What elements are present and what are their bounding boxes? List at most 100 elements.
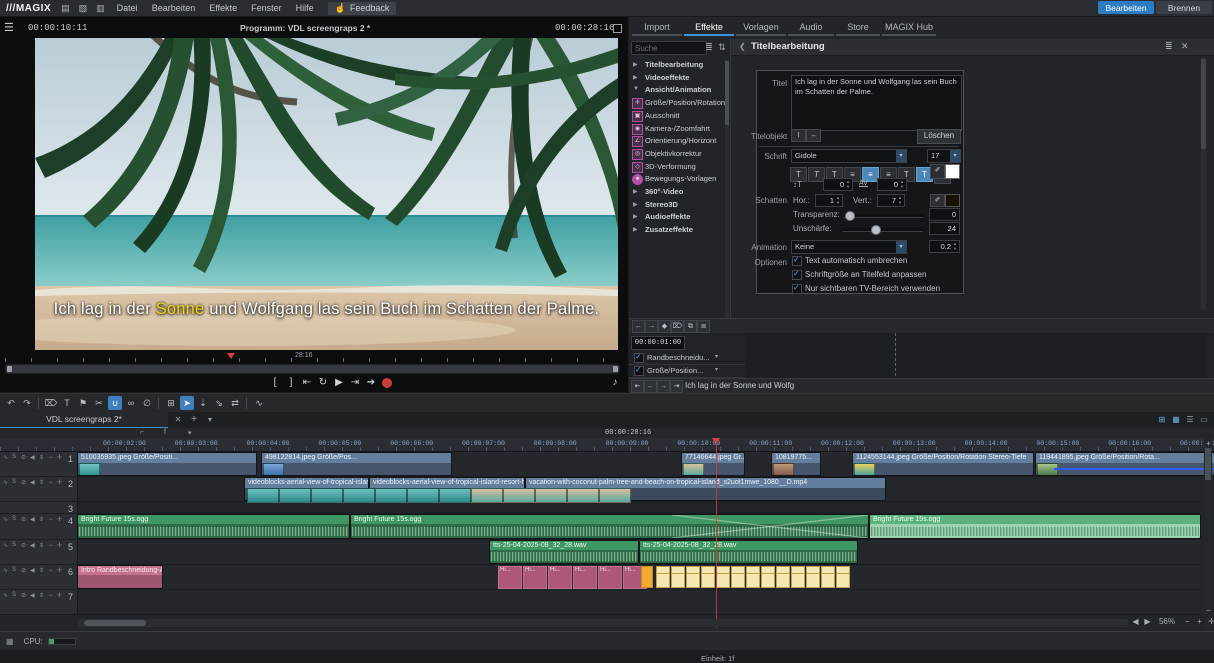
add-icon[interactable]: ✛	[57, 567, 62, 574]
effects-item-360-video[interactable]: ▶360°-Video	[629, 186, 723, 198]
spin-down-icon[interactable]: ▼	[835, 201, 841, 205]
object-width-icon[interactable]: ↔	[806, 129, 821, 142]
solo-icon[interactable]: S	[12, 516, 16, 522]
spin-down-icon[interactable]: ▼	[897, 201, 903, 205]
timeline-view-icon[interactable]: ⊞	[1156, 414, 1168, 426]
timeline-clip[interactable]: 119441895.jpeg Größe/Position/Rota...	[1036, 453, 1214, 475]
selected-title-object[interactable]	[686, 566, 700, 588]
line-spacing-stepper[interactable]: 0 ▲ ▼	[823, 178, 853, 191]
menu-datei[interactable]: Datei	[117, 3, 138, 13]
width-icon[interactable]: ↔	[48, 542, 54, 548]
font-size-select[interactable]: 17▾	[927, 149, 961, 163]
open-project-icon[interactable]: ▧	[79, 3, 88, 14]
shadow-color-swatch[interactable]	[945, 194, 960, 207]
height-icon[interactable]: ⇕	[39, 516, 44, 523]
video-frame[interactable]: Ich lag in der Sonne und Wolfgang las se…	[35, 38, 618, 350]
vertical-scrollbar-thumb[interactable]	[1205, 448, 1211, 480]
effects-item-audioeffekte[interactable]: ▶Audioeffekte	[629, 211, 723, 223]
mute-icon[interactable]: ⊘	[21, 516, 26, 523]
add-icon[interactable]: ✛	[57, 454, 62, 461]
height-icon[interactable]: ⇕	[39, 542, 44, 549]
spin-down-icon[interactable]: ▼	[845, 185, 851, 189]
close-icon[interactable]: ✕	[1181, 41, 1189, 52]
add-icon[interactable]: ✛	[57, 592, 62, 599]
track-lane-5[interactable]	[77, 540, 1200, 565]
monitor-icon[interactable]: ◀	[30, 516, 35, 523]
chevron-down-icon[interactable]: ▾	[715, 366, 718, 373]
title-object[interactable]: Hi...	[498, 566, 522, 589]
timeline-clip[interactable]: 498122814.jpeg Größe/Pos...	[262, 453, 451, 475]
font-color-swatch[interactable]	[945, 164, 960, 179]
selected-title-object[interactable]	[701, 566, 715, 588]
tab-store[interactable]: Store	[836, 21, 880, 35]
effects-item-3d-verformung[interactable]: ◇3D-Verformung	[629, 161, 723, 173]
curve-icon[interactable]: ∿	[3, 516, 8, 523]
scrollbar-thumb[interactable]	[84, 620, 146, 626]
kerning-stepper[interactable]: 0 ▲ ▼	[877, 178, 907, 191]
add-icon[interactable]: ✛	[57, 516, 62, 523]
effects-item-titelbearbeitung[interactable]: ▶Titelbearbeitung	[629, 59, 723, 71]
shadow-hor-stepper[interactable]: 1 ▲ ▼	[815, 194, 843, 207]
delete-keyframe-icon[interactable]: ⌦	[671, 320, 684, 333]
effects-item-objektivkorrektur[interactable]: ◎Objektivkorrektur	[629, 148, 723, 160]
menu-icon[interactable]: ≣	[697, 320, 710, 333]
horizontal-scrollbar[interactable]	[78, 619, 1128, 627]
selected-title-object[interactable]	[821, 566, 835, 588]
loop-button[interactable]: ↻	[316, 376, 330, 390]
effects-item-ausschnitt[interactable]: ▣Ausschnitt	[629, 110, 723, 122]
preview-render-icon[interactable]: ∿	[252, 396, 266, 410]
width-icon[interactable]: ↔	[48, 479, 54, 485]
solo-icon[interactable]: S	[12, 454, 16, 460]
width-icon[interactable]: ↔	[48, 592, 54, 598]
selected-title-object[interactable]	[791, 566, 805, 588]
solo-icon[interactable]: S	[12, 592, 16, 598]
timeline-clip[interactable]: Bright Future 15s.ogg	[351, 515, 868, 538]
track-zoom-out-icon[interactable]: −	[1204, 606, 1213, 615]
scroll-left-icon[interactable]: ◀	[1130, 617, 1141, 626]
filter-icon[interactable]: ⇅	[716, 41, 728, 54]
track-header-4[interactable]: 4∿S⊘◀⇕↔✛	[0, 514, 78, 540]
eyedropper-icon[interactable]: ✐	[930, 164, 945, 179]
row-checkbox[interactable]: ✓	[634, 353, 644, 363]
undo-icon[interactable]: ↶	[4, 396, 18, 410]
preview-playhead[interactable]	[227, 353, 235, 359]
object-grid-icon[interactable]: ⊞	[164, 396, 178, 410]
effects-scrollbar-thumb[interactable]	[725, 61, 729, 125]
spin-down-icon[interactable]: ▼	[899, 185, 905, 189]
lock-icon[interactable]: ⌐	[140, 429, 144, 436]
menu-fenster[interactable]: Fenster	[251, 3, 282, 13]
zoom-fit-icon[interactable]: ✛	[1206, 617, 1214, 626]
tab-import[interactable]: Import	[632, 21, 682, 35]
keyframe-position-input[interactable]	[631, 336, 685, 350]
font-select[interactable]: Gidole▾	[791, 149, 907, 163]
chevron-down-icon[interactable]: ▾	[896, 150, 906, 162]
storyboard-view-icon[interactable]: ▦	[1170, 414, 1182, 426]
selected-title-object[interactable]	[716, 566, 730, 588]
chevron-down-icon[interactable]: ▾	[715, 353, 718, 360]
effects-item-bewegungs-vorlagen[interactable]: ●Bewegungs-Vorlagen	[629, 173, 723, 185]
title-object[interactable]: Hi...	[598, 566, 622, 589]
play-button[interactable]: ▶	[332, 376, 346, 390]
transparenz-slider[interactable]	[843, 214, 923, 218]
keyframe-row[interactable]: ✓Größe/Position...▾	[629, 364, 745, 378]
selected-title-object[interactable]	[641, 566, 653, 588]
panel-scrollbar-thumb[interactable]	[1201, 59, 1206, 149]
timeline-clip[interactable]: 77146644.jpeg Gr...	[682, 453, 744, 475]
monitor-icon[interactable]: ◀	[30, 567, 35, 574]
scrub-bar[interactable]	[5, 364, 620, 374]
timeline-clip[interactable]: tts-25-04-2025-08_32_28.wav	[490, 541, 638, 563]
zoom-out-icon[interactable]: −	[1182, 617, 1193, 626]
text-cursor-icon[interactable]: I	[791, 129, 806, 142]
track-zoom-in-icon[interactable]: +	[1204, 439, 1213, 448]
redo-icon[interactable]: ↷	[20, 396, 34, 410]
track-lane-7[interactable]	[77, 590, 1200, 615]
tab-audio[interactable]: Audio	[788, 21, 834, 35]
track-header-1[interactable]: 1∿S⊘◀⇕↔✛	[0, 452, 78, 477]
mute-icon[interactable]: ⊘	[21, 567, 26, 574]
effects-item-zusatzeffekte[interactable]: ▶Zusatzeffekte	[629, 224, 723, 236]
timeline-clip[interactable]: Bright Future 15s.ogg	[78, 515, 349, 538]
monitor-icon[interactable]: ◀	[30, 592, 35, 599]
width-icon[interactable]: ↔	[48, 516, 54, 522]
solo-icon[interactable]: S	[12, 567, 16, 573]
selected-title-object[interactable]	[836, 566, 850, 588]
